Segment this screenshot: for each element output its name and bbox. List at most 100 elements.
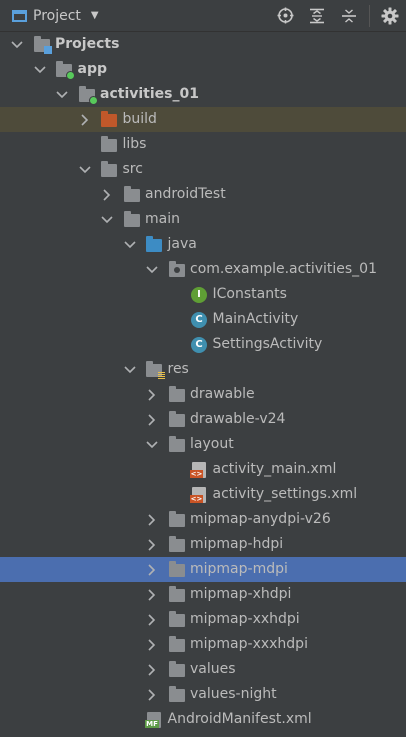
chevron-down-icon[interactable] [33,63,47,77]
tree-row[interactable]: mipmap-mdpi [0,557,406,582]
chevron-down-icon[interactable] [123,238,137,252]
tree-row[interactable]: main [0,207,406,232]
locate-icon [277,7,293,24]
tree-row-label: mipmap-xxhdpi [190,611,300,627]
tree-row[interactable]: values [0,657,406,682]
tree-row-label: androidTest [145,186,226,202]
chevron-right-icon[interactable] [78,113,92,127]
tree-row[interactable]: I IConstants [0,282,406,307]
chevron-right-icon[interactable] [145,563,159,577]
chevron-right-icon[interactable] [145,688,159,702]
folder-icon [168,586,185,603]
folder-icon [168,386,185,403]
tree-row[interactable]: drawable-v24 [0,407,406,432]
collapse-all-button[interactable] [333,0,365,31]
tree-row-label: MainActivity [212,311,299,327]
chevron-right-icon[interactable] [145,663,159,677]
chevron-right-icon[interactable] [100,188,114,202]
tree-row-label: libs [122,136,147,152]
tree-row-label: SettingsActivity [212,336,323,352]
locate-button[interactable] [269,0,301,31]
settings-button[interactable] [374,0,406,31]
tree-row[interactable]: mipmap-anydpi-v26 [0,507,406,532]
tool-window-icon [12,9,27,22]
tree-row[interactable]: C SettingsActivity [0,332,406,357]
chevron-down-icon[interactable] [145,263,159,277]
folder-icon [123,211,140,228]
chevron-down-icon[interactable] [123,363,137,377]
tree-row[interactable]: activity_main.xml [0,457,406,482]
expand-all-button[interactable] [301,0,333,31]
chevron-down-icon[interactable] [10,38,24,52]
tree-row[interactable]: Projects [0,32,406,57]
tree-row[interactable]: androidTest [0,182,406,207]
interface-icon: I [191,286,208,303]
tree-row[interactable]: mipmap-xxhdpi [0,607,406,632]
module-folder-icon [78,86,98,105]
tree-row[interactable]: java [0,232,406,257]
view-selector[interactable]: Project ▼ [12,8,99,24]
tree-row-label: java [167,236,197,252]
tree-row-label: mipmap-anydpi-v26 [190,511,331,527]
tree-row-label: drawable [190,386,255,402]
tree-row-label: mipmap-xhdpi [190,586,292,602]
folder-icon [168,561,185,578]
module-folder-icon [56,61,75,80]
chevron-right-icon[interactable] [145,588,159,602]
tree-row[interactable]: app [0,57,406,82]
tree-row-label: AndroidManifest.xml [167,711,312,727]
tree-row[interactable]: activities_01 [0,82,406,107]
tree-row[interactable]: mipmap-xxxhdpi [0,632,406,657]
tree-row[interactable]: mipmap-xhdpi [0,582,406,607]
folder-icon [168,686,185,703]
folder-icon [101,136,118,153]
chevron-down-icon[interactable] [100,213,114,227]
project-toolbar: Project ▼ [0,0,406,32]
toolbar-actions [269,0,406,31]
tree-row-label: com.example.activities_01 [190,261,377,277]
tree-row-label: src [122,161,143,177]
chevron-right-icon[interactable] [145,613,159,627]
folder-icon [168,411,185,428]
project-tree: Projects app activities_01build libs src andr… [0,32,406,732]
chevron-down-icon[interactable] [55,88,69,102]
chevron-down-icon[interactable] [78,163,92,177]
tree-row[interactable]: libs [0,132,406,157]
tree-row-label: activity_main.xml [212,461,337,477]
chevron-down-icon[interactable] [145,438,159,452]
tree-row-label: mipmap-mdpi [190,561,288,577]
resource-folder-icon [146,361,165,379]
tree-row-label: main [145,211,180,227]
tree-row-label: activity_settings.xml [212,486,358,502]
tree-row[interactable]: build [0,107,406,132]
tree-row-label: build [122,111,157,127]
chevron-right-icon[interactable] [145,388,159,402]
tree-row[interactable]: activity_settings.xml [0,482,406,507]
tree-row[interactable]: drawable [0,382,406,407]
tree-row-label: res [167,361,189,377]
xml-file-icon [190,461,208,478]
tree-row[interactable]: src [0,157,406,182]
tree-row[interactable]: values-night [0,682,406,707]
chevron-right-icon[interactable] [145,538,159,552]
chevron-right-icon[interactable] [145,513,159,527]
tree-row[interactable]: mipmap-hdpi [0,532,406,557]
chevron-right-icon[interactable] [145,638,159,652]
tree-row[interactable]: AndroidManifest.xml [0,707,406,732]
gear-icon [381,7,399,24]
package-icon [168,261,185,278]
tree-row-label: mipmap-hdpi [190,536,284,552]
chevron-right-icon[interactable] [145,413,159,427]
tree-row[interactable]: C MainActivity [0,307,406,332]
folder-icon [101,161,118,178]
folder-icon [168,636,185,653]
view-title: Project [33,7,81,24]
xml-file-icon [190,486,208,503]
tree-row-label: app [77,61,108,77]
tree-row-label: Projects [55,36,120,52]
tree-row[interactable]: res [0,357,406,382]
tree-row[interactable]: layout [0,432,406,457]
folder-icon [123,186,140,203]
tree-row[interactable]: com.example.activities_01 [0,257,406,282]
expand-all-icon [310,8,324,23]
